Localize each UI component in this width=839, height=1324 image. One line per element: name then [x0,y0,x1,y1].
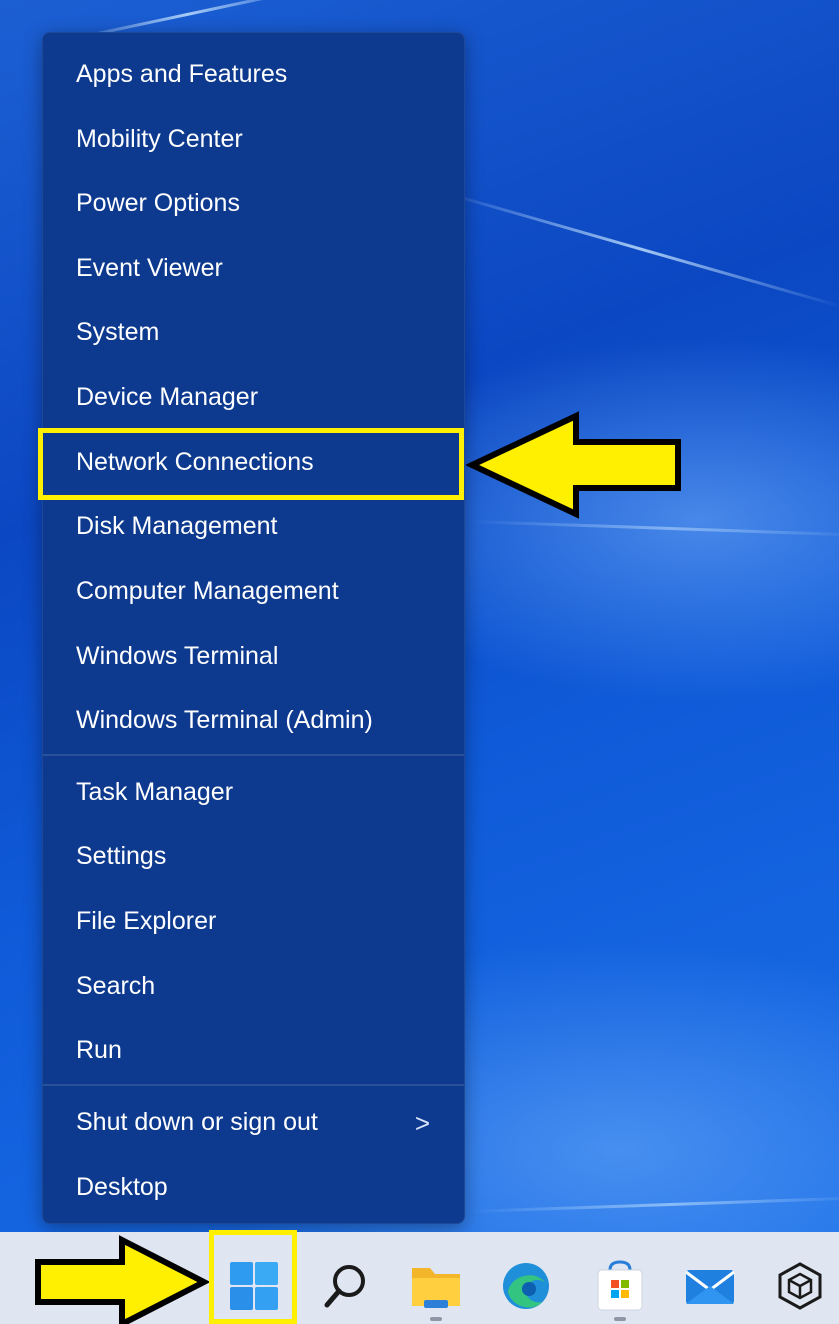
menu-item-label: Run [76,1035,122,1064]
search-icon[interactable] [316,1256,376,1316]
menu-item-label: Mobility Center [76,124,243,153]
left-pointing-annotation-arrow [466,411,681,519]
menu-item-label: Settings [76,841,167,870]
menu-item-settings[interactable]: Settings [43,830,464,882]
network-connections-highlight-box [38,428,464,500]
menu-item-search[interactable]: Search [43,960,464,1012]
running-app-indicator [430,1317,442,1321]
menu-item-system[interactable]: System [43,306,464,358]
app-cube-icon[interactable] [770,1256,830,1316]
menu-item-event-viewer[interactable]: Event Viewer [43,242,464,294]
wallpaper-streak [469,520,839,537]
menu-item-label: Desktop [76,1172,168,1201]
right-pointing-annotation-arrow [35,1235,210,1324]
store-icon[interactable] [590,1256,650,1316]
edge-icon[interactable] [496,1256,556,1316]
menu-item-label: Shut down or sign out [76,1107,318,1136]
menu-item-task-manager[interactable]: Task Manager [43,766,464,818]
menu-item-run[interactable]: Run [43,1024,464,1076]
menu-item-label: Search [76,971,156,1000]
menu-item-power-options[interactable]: Power Options [43,177,464,229]
menu-item-label: Task Manager [76,777,234,806]
menu-separator [43,754,464,756]
menu-item-label: System [76,317,160,346]
menu-item-windows-terminal-admin[interactable]: Windows Terminal (Admin) [43,694,464,746]
menu-item-disk-management[interactable]: Disk Management [43,500,464,552]
menu-item-label: Event Viewer [76,253,223,282]
menu-item-desktop[interactable]: Desktop [43,1161,464,1213]
menu-item-mobility-center[interactable]: Mobility Center [43,113,464,165]
quick-link-context-menu: Apps and Features Mobility Center Power … [42,32,465,1224]
menu-item-label: File Explorer [76,906,217,935]
running-app-indicator [614,1317,626,1321]
wallpaper-streak [439,190,839,309]
menu-item-label: Windows Terminal (Admin) [76,705,373,734]
menu-item-windows-terminal[interactable]: Windows Terminal [43,630,464,682]
menu-item-apps-and-features[interactable]: Apps and Features [43,48,464,100]
chevron-right-icon: > [414,1108,430,1138]
menu-item-device-manager[interactable]: Device Manager [43,371,464,423]
menu-item-computer-management[interactable]: Computer Management [43,565,464,617]
menu-item-shut-down-or-sign-out[interactable]: Shut down or sign out > [43,1096,464,1148]
menu-item-label: Device Manager [76,382,259,411]
file-explorer-icon[interactable] [406,1256,466,1316]
mail-icon[interactable] [680,1256,740,1316]
menu-item-label: Apps and Features [76,59,288,88]
menu-separator [43,1084,464,1086]
wallpaper-streak [469,1196,839,1213]
menu-item-label: Windows Terminal [76,641,279,670]
menu-item-file-explorer[interactable]: File Explorer [43,895,464,947]
menu-item-label: Power Options [76,188,240,217]
menu-item-label: Disk Management [76,511,278,540]
menu-item-label: Computer Management [76,576,339,605]
start-icon[interactable] [224,1256,284,1316]
